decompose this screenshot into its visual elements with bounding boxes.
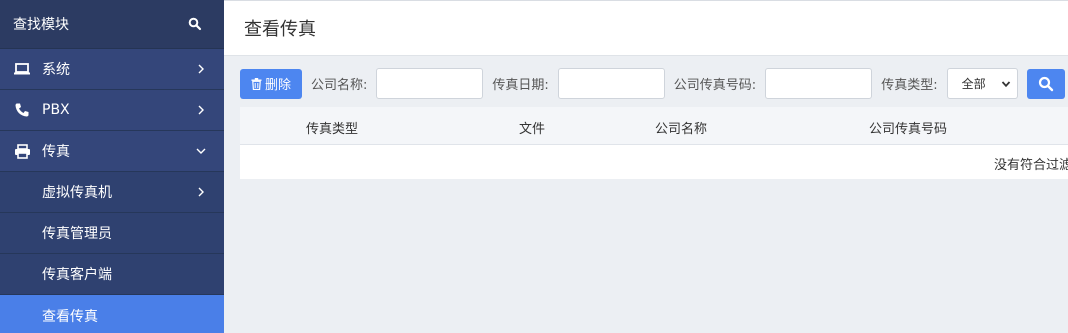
printer-icon [13, 143, 31, 159]
trash-icon [251, 77, 262, 90]
sidebar-subitem-virtual-fax[interactable]: 虚拟传真机 [0, 172, 224, 213]
sidebar-item-system[interactable]: 系统 [0, 49, 224, 90]
sidebar-item-fax[interactable]: 传真 [0, 131, 224, 172]
search-button[interactable] [1026, 68, 1065, 99]
company-name-label: 公司名称: [311, 78, 368, 93]
sidebar-item-label: 传真 [42, 144, 70, 160]
sidebar-subitem-fax-admin[interactable]: 传真管理员 [0, 213, 224, 254]
chevron-right-icon [198, 105, 204, 115]
phone-icon [13, 102, 31, 118]
company-fax-number-input[interactable] [765, 68, 873, 99]
sidebar-subitem-view-fax[interactable]: 查看传真 [0, 295, 224, 333]
sidebar-subitem-label: 传真管理员 [42, 226, 112, 242]
column-header-company-name[interactable]: 公司名称 [655, 118, 707, 137]
module-search-label: 查找模块 [13, 17, 69, 33]
column-header-file[interactable]: 文件 [519, 118, 545, 137]
table-empty-row: 没有符合过滤 [240, 145, 1068, 179]
sidebar-subitem-fax-client[interactable]: 传真客户端 [0, 254, 224, 295]
delete-button[interactable]: 删除 [240, 68, 303, 99]
sidebar-item-pbx[interactable]: PBX [0, 90, 224, 131]
fax-date-input[interactable] [557, 68, 665, 99]
sidebar-item-label: PBX [42, 102, 70, 118]
company-fax-number-label: 公司传真号码: [673, 78, 757, 93]
chevron-down-icon [196, 148, 206, 154]
module-search[interactable]: 查找模块 [0, 0, 224, 49]
fax-date-label: 传真日期: [492, 78, 549, 93]
sidebar-subitem-label: 虚拟传真机 [42, 185, 112, 201]
fax-type-label: 传真类型: [881, 78, 938, 93]
search-icon[interactable] [188, 17, 202, 31]
column-header-fax-type[interactable]: 传真类型 [306, 118, 358, 137]
sidebar-subitem-label: 传真客户端 [42, 267, 112, 283]
table-header: 传真类型 文件 公司名称 公司传真号码 [240, 107, 1068, 145]
filter-toolbar: 删除 公司名称: 传真日期: 公司传真号码: 传真类型: 全部 [240, 68, 1068, 99]
search-icon [1038, 76, 1053, 91]
page-header: 查看传真 [224, 0, 1068, 56]
fax-type-value: 全部 [961, 77, 986, 91]
delete-label: 删除 [265, 78, 292, 93]
main-content: 查看传真 删除 公司名称: 传真日期: 公司传真号码: 传真类型: 全部 传真类… [224, 0, 1068, 333]
chevron-right-icon [198, 64, 204, 74]
fax-type-select[interactable]: 全部 [946, 68, 1018, 99]
sidebar: 查找模块 系统 PBX 传真 虚拟传真机 传真管理员 传真客户端 查看传真 [0, 0, 224, 333]
sidebar-item-label: 系统 [42, 62, 70, 78]
page-title: 查看传真 [244, 19, 316, 40]
sidebar-subitem-label: 查看传真 [42, 308, 98, 325]
empty-message: 没有符合过滤 [994, 158, 1068, 173]
chevron-down-icon [1001, 80, 1010, 87]
laptop-icon [13, 61, 31, 77]
chevron-right-icon [198, 187, 204, 197]
column-header-company-fax-number[interactable]: 公司传真号码 [869, 118, 947, 137]
company-name-input[interactable] [376, 68, 484, 99]
